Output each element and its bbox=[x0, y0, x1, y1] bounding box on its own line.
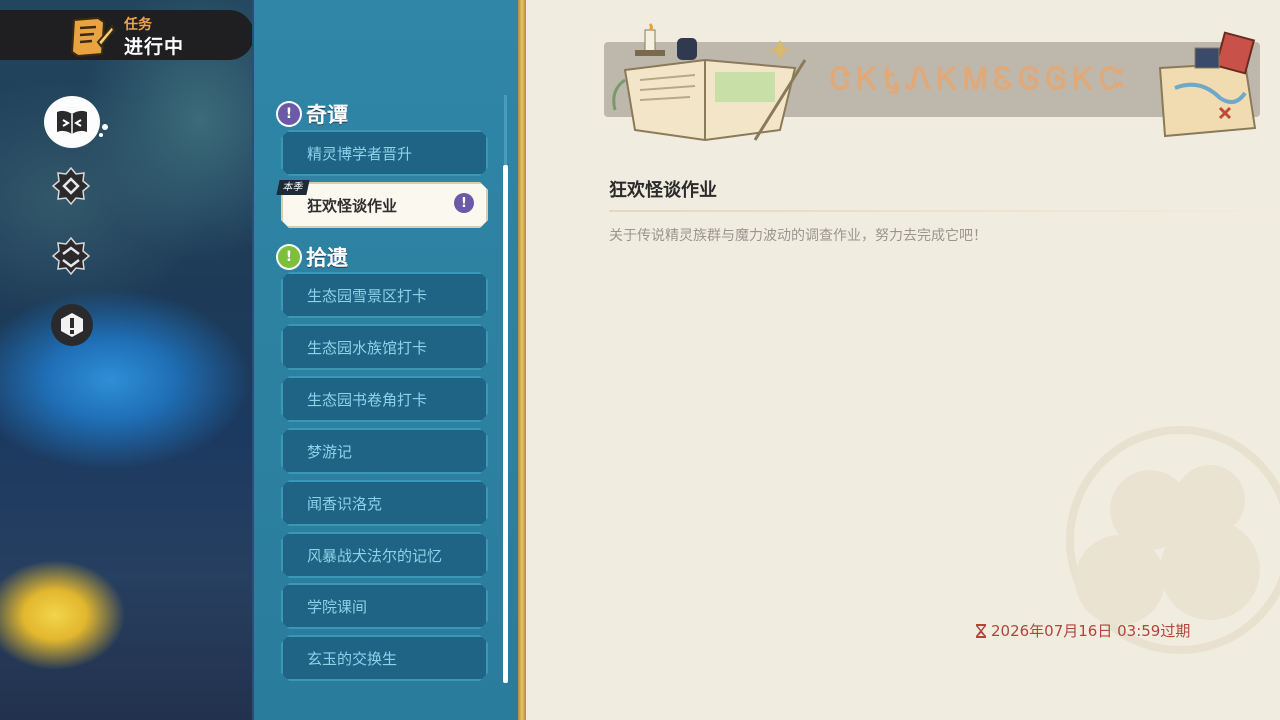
quest-item[interactable]: 精灵博学者晋升 bbox=[281, 130, 488, 176]
quest-label: 学院课间 bbox=[307, 597, 368, 616]
side-menu-button-1[interactable] bbox=[51, 166, 91, 206]
quest-label: 精灵博学者晋升 bbox=[307, 144, 413, 163]
quest-label: 闻香识洛克 bbox=[307, 494, 383, 513]
quest-label: 玄玉的交换生 bbox=[307, 649, 398, 668]
scroll-icon bbox=[70, 16, 116, 58]
season-tag: 本季 bbox=[276, 180, 310, 195]
alert-icon bbox=[61, 313, 83, 337]
quest-label: 生态园水族馆打卡 bbox=[307, 338, 428, 357]
banner-runes: ᏣᏦᎿᏁᏦᎷᏋᎶᎶᏦᏨ bbox=[830, 62, 1132, 97]
exclamation-icon: ! bbox=[278, 103, 300, 125]
gear-icon bbox=[51, 236, 91, 276]
quest-item[interactable]: 生态园水族馆打卡 bbox=[281, 324, 488, 370]
quest-detail-title: 狂欢怪谈作业 bbox=[609, 180, 717, 201]
decor-dot bbox=[102, 124, 108, 130]
quest-item[interactable]: 玄玉的交换生 bbox=[281, 635, 488, 681]
quest-item[interactable]: 生态园书卷角打卡 bbox=[281, 376, 488, 422]
side-menu-button-2[interactable] bbox=[51, 236, 91, 276]
task-label-big: 进行中 bbox=[124, 36, 185, 58]
game-scene-background bbox=[0, 0, 255, 720]
quest-item[interactable]: 学院课间 bbox=[281, 583, 488, 629]
panel-divider bbox=[518, 0, 526, 720]
quest-detail-description: 关于传说精灵族群与魔力波动的调查作业，努力去完成它吧！ bbox=[609, 228, 987, 244]
map-illustration bbox=[1158, 31, 1257, 138]
quest-label: 风暴战犬法尔的记忆 bbox=[307, 546, 443, 565]
category-title: 奇谭 bbox=[306, 103, 348, 127]
title-divider bbox=[609, 210, 1280, 212]
quest-item[interactable]: 风暴战犬法尔的记忆 bbox=[281, 532, 488, 578]
hourglass-icon bbox=[976, 623, 986, 638]
expiry-text: 2026年07月16日 03:59过期 bbox=[991, 622, 1191, 640]
gear-icon bbox=[51, 166, 91, 206]
exclamation-icon: ! bbox=[278, 246, 300, 268]
quest-item[interactable]: 闻香识洛克 bbox=[281, 480, 488, 526]
quest-item[interactable]: 梦游记 bbox=[281, 428, 488, 474]
task-label-small: 任务 bbox=[124, 17, 152, 33]
quest-label: 狂欢怪谈作业 bbox=[307, 196, 398, 215]
category-header-shiyi: ! 拾遗 bbox=[278, 242, 348, 272]
task-status-badge[interactable]: 任务 进行中 bbox=[0, 10, 254, 60]
scrollbar-thumb[interactable] bbox=[503, 165, 508, 683]
quest-book-button[interactable] bbox=[44, 96, 108, 148]
side-menu-button-3[interactable] bbox=[51, 304, 93, 346]
quest-item[interactable]: 生态园雪景区打卡 bbox=[281, 272, 488, 318]
decor-dot bbox=[99, 133, 103, 137]
quest-label: 生态园书卷角打卡 bbox=[307, 390, 428, 409]
category-title: 拾遗 bbox=[306, 246, 348, 270]
decorative-pattern bbox=[1066, 426, 1280, 654]
category-header-qitan: ! 奇谭 bbox=[278, 99, 348, 129]
quest-expiry: 2026年07月16日 03:59过期 bbox=[975, 620, 1190, 641]
open-book-illustration bbox=[612, 23, 807, 142]
quest-label: 梦游记 bbox=[307, 442, 353, 461]
book-icon bbox=[57, 110, 87, 134]
quest-label: 生态园雪景区打卡 bbox=[307, 286, 428, 305]
exclamation-icon: ! bbox=[454, 193, 474, 213]
